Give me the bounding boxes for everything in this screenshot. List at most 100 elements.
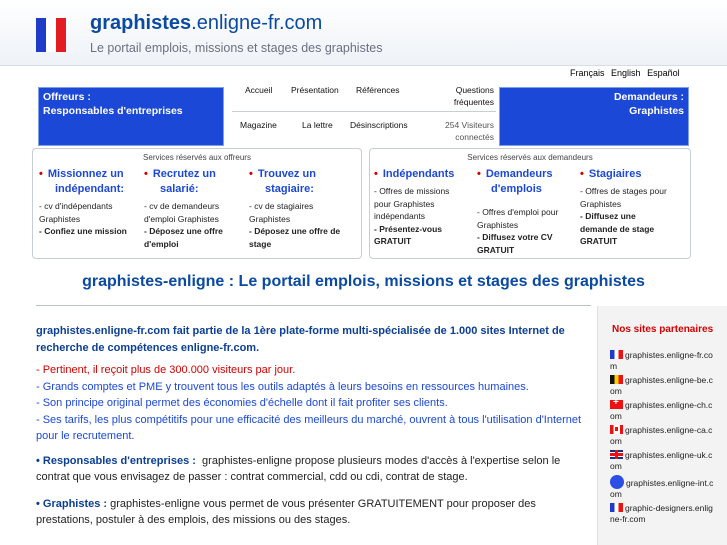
advantage-item: - Grands comptes et PME y trouvent tous … [36, 380, 529, 393]
site-name[interactable]: graphistes.enligne-fr.com [90, 12, 322, 35]
deposez-offre-stage-link-cont[interactable]: stage [249, 238, 359, 251]
service-head-line1: Missionnez un [47, 168, 124, 180]
service-missionnez-link[interactable]: • Missionnez un indépendant: [39, 167, 143, 197]
visitor-counter: 254 Visiteurs connectés [428, 119, 494, 143]
menu-references[interactable]: Références [356, 84, 399, 96]
offreurs-label: Offreurs : [43, 91, 91, 103]
offreurs-box[interactable]: Offreurs : Responsables d'entreprises [38, 87, 224, 146]
service-text-line: Graphistes [477, 219, 519, 230]
lang-francais[interactable]: Français [570, 68, 605, 78]
bullet-icon: • [580, 168, 584, 180]
deposez-offre-stage-link[interactable]: - Déposez une offre de [249, 225, 359, 238]
menu-questions-line1: Questions [455, 85, 494, 95]
diffusez-cv-link-cont[interactable]: GRATUIT [477, 244, 579, 257]
main-content: graphistes.enligne-fr.com fait partie de… [36, 323, 591, 535]
presentez-vous-link[interactable]: - Présentez-vous [374, 223, 476, 236]
service-demandeurs-link[interactable]: • Demandeurs d'emplois [477, 167, 579, 197]
menu-questions-line2: fréquentes [453, 97, 494, 107]
service-text-line: - Offres d'emploi pour [477, 207, 559, 217]
service-trouvez-link[interactable]: • Trouvez un stagiaire: [249, 167, 359, 197]
french-flag-logo [36, 18, 66, 52]
title-divider [36, 305, 591, 306]
service-head-line1: Indépendants [382, 168, 455, 180]
service-head-line2: indépendant: [55, 183, 125, 195]
diffusez-cv-link[interactable]: - Diffusez votre CV [477, 231, 579, 244]
service-independants-link[interactable]: • Indépendants [374, 167, 476, 182]
bullet-icon: • [477, 168, 481, 180]
service-text-line: pour Graphistes [374, 198, 435, 209]
partner-link-ca[interactable]: graphistes.enligne-ca.com [610, 425, 716, 447]
menu-lettre[interactable]: La lettre [302, 119, 333, 131]
service-text-line: - Offres de missions [374, 186, 450, 196]
service-head-line1: Recrutez un [152, 168, 216, 180]
service-text-line: Graphistes [580, 198, 622, 209]
bullet-icon: • [144, 168, 148, 180]
bullet-icon: • [249, 168, 253, 180]
service-missionnez: • Missionnez un indépendant: - cv d'indép… [39, 167, 143, 238]
service-text-line: - cv de demandeurs [144, 201, 220, 211]
confiez-mission-link[interactable]: - Confiez une mission [39, 225, 143, 238]
diffusez-demande-link-cont[interactable]: demande de stage [580, 223, 690, 236]
offreurs-services-panel: Services réservés aux offreurs • Missionn… [32, 148, 362, 259]
lang-english[interactable]: English [611, 68, 641, 78]
bullet-icon: • [39, 168, 43, 180]
deposez-offre-emploi-link-cont[interactable]: d'emploi [144, 238, 248, 251]
site-tagline: Le portail emplois, missions et stages d… [90, 41, 383, 55]
partner-link-ch[interactable]: graphistes.enligne-ch.com [610, 397, 716, 422]
uk-flag-icon [610, 450, 623, 459]
offreurs-sublabel: Responsables d'entreprises [43, 105, 183, 117]
service-text-line: d'emploi Graphistes [144, 213, 219, 224]
demandeurs-label: Demandeurs : [613, 91, 684, 103]
diffusez-demande-link-cont2[interactable]: GRATUIT [580, 235, 690, 248]
menu-questions[interactable]: Questions fréquentes [428, 84, 494, 108]
lang-espanol[interactable]: Español [647, 68, 680, 78]
partner-link-fr-designers[interactable]: graphic-designers.enligne-fr.com [610, 503, 716, 525]
partner-link-be[interactable]: graphistes.enligne-be.com [610, 375, 716, 397]
graphistes-label: • Graphistes : [36, 497, 108, 510]
menu-accueil[interactable]: Accueil [245, 84, 272, 96]
presentez-vous-link-cont[interactable]: GRATUIT [374, 235, 476, 248]
partner-link-uk[interactable]: graphistes.enligne-uk.com [610, 450, 716, 472]
flag-red-stripe [56, 18, 66, 52]
service-text-line: - Offres de stages pour [580, 186, 667, 196]
service-head-line1: Stagiaires [588, 168, 642, 180]
switzerland-flag-icon [610, 397, 623, 409]
globe-icon [610, 475, 624, 489]
belgium-flag-icon [610, 375, 623, 384]
partner-link-int[interactable]: graphistes.enligne-int.com [610, 475, 716, 500]
site-name-domain[interactable]: .enligne-fr.com [191, 12, 322, 34]
service-recrutez: • Recrutez un salarié: - cv de demandeurs… [144, 167, 248, 250]
advantages-list: - Pertinent, il reçoit plus de 300.000 v… [36, 362, 591, 445]
advantage-item: - Son principe original permet des écono… [36, 397, 448, 409]
bullet-icon: • [374, 168, 378, 180]
flag-white-stripe [46, 18, 56, 52]
intro-paragraph: graphistes.enligne-fr.com fait partie de… [36, 325, 565, 354]
diffusez-demande-link[interactable]: - Diffusez une [580, 210, 690, 223]
service-head-line2: d'emplois [491, 183, 542, 195]
france-flag-icon [610, 350, 623, 359]
service-recrutez-link[interactable]: • Recrutez un salarié: [144, 167, 248, 197]
site-header: graphistes.enligne-fr.com Le portail emp… [0, 0, 727, 66]
deposez-offre-emploi-link[interactable]: - Déposez une offre [144, 225, 248, 238]
canada-flag-icon [610, 425, 623, 434]
demandeurs-panel-title: Services réservés aux demandeurs [467, 153, 593, 162]
graphistes-text: graphistes-enligne vous permet de vous p… [36, 497, 536, 527]
service-head-line1: Demandeurs [485, 168, 553, 180]
menu-magazine[interactable]: Magazine [240, 119, 277, 131]
menu-desinscriptions[interactable]: Désinscriptions [350, 119, 408, 131]
service-text-line: Graphistes [249, 213, 291, 224]
service-text-line: Graphistes [39, 213, 81, 224]
main-menu: Accueil Présentation Références Question… [232, 81, 496, 145]
responsables-paragraph: • Responsables d'entreprises : graphiste… [36, 453, 591, 486]
partner-link-fr[interactable]: graphistes.enligne-fr.com [610, 350, 716, 372]
advantage-item: - Ses tarifs, les plus compétitifs pour … [36, 413, 582, 443]
service-stagiaires: • Stagiaires - Offres de stages pour Grap… [580, 167, 690, 248]
demandeurs-box[interactable]: Demandeurs : Graphistes [499, 87, 689, 146]
site-name-bold[interactable]: graphistes [90, 12, 191, 34]
service-head-line2: stagiaire: [265, 183, 314, 195]
partner-sites-sidebar: Nos sites partenaires graphistes.enligne… [597, 306, 727, 545]
language-selector: Français English Español [570, 68, 684, 78]
service-stagiaires-link[interactable]: • Stagiaires [580, 167, 690, 182]
menu-presentation[interactable]: Présentation [291, 84, 339, 96]
partner-list: graphistes.enligne-fr.com graphistes.enl… [610, 350, 716, 528]
